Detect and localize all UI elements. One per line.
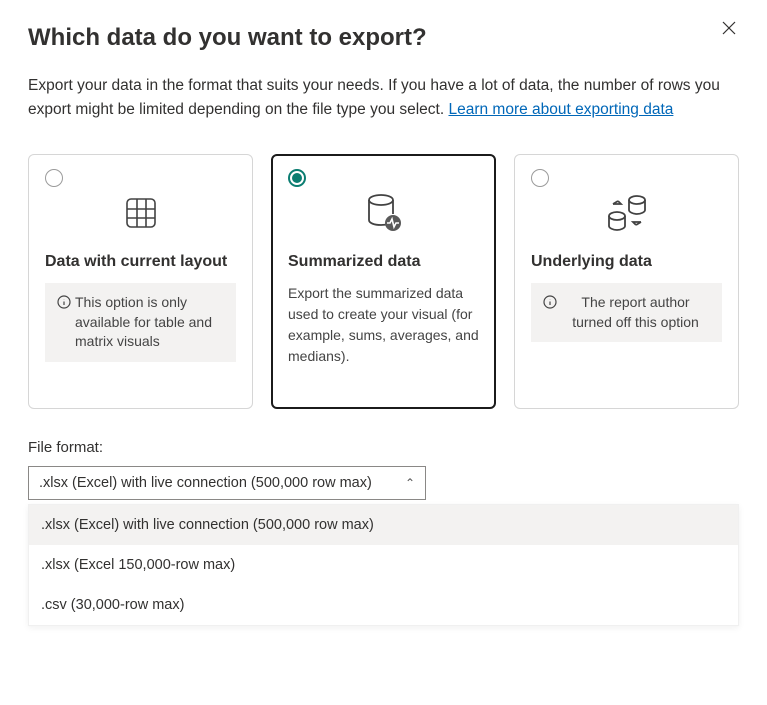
radio-current-layout[interactable] — [45, 169, 63, 187]
dropdown-item[interactable]: .xlsx (Excel) with live connection (500,… — [29, 505, 738, 545]
option-description: Export the summarized data used to creat… — [288, 283, 479, 367]
option-title: Underlying data — [531, 253, 722, 271]
option-title: Summarized data — [288, 253, 479, 271]
option-underlying-data[interactable]: Underlying data The report author turned… — [514, 154, 739, 409]
chevron-up-icon: ⌃ — [405, 476, 415, 490]
radio-underlying-data[interactable] — [531, 169, 549, 187]
dropdown-selected: .xlsx (Excel) with live connection (500,… — [39, 475, 372, 491]
info-icon — [543, 295, 557, 309]
file-format-options: .xlsx (Excel) with live connection (500,… — [28, 504, 739, 626]
info-icon — [57, 295, 71, 309]
dialog-title: Which data do you want to export? — [28, 24, 739, 52]
option-title: Data with current layout — [45, 253, 236, 271]
option-current-layout[interactable]: Data with current layout This option is … — [28, 154, 253, 409]
database-pulse-icon — [364, 192, 404, 234]
dropdown-item[interactable]: .csv (30,000-row max) — [29, 585, 738, 625]
close-icon — [722, 21, 736, 35]
file-format-label: File format: — [28, 439, 739, 456]
close-button[interactable] — [719, 18, 739, 38]
radio-summarized-data[interactable] — [288, 169, 306, 187]
option-message: The report author turned off this option — [531, 283, 722, 342]
option-message: This option is only available for table … — [45, 283, 236, 362]
dialog-description: Export your data in the format that suit… — [28, 74, 728, 122]
database-swap-icon — [603, 192, 651, 234]
dropdown-item[interactable]: .xlsx (Excel 150,000-row max) — [29, 545, 738, 585]
learn-more-link[interactable]: Learn more about exporting data — [448, 101, 673, 118]
export-options: Data with current layout This option is … — [28, 154, 739, 409]
option-summarized-data[interactable]: Summarized data Export the summarized da… — [271, 154, 496, 409]
table-icon — [124, 196, 158, 230]
file-format-dropdown[interactable]: .xlsx (Excel) with live connection (500,… — [28, 466, 426, 500]
